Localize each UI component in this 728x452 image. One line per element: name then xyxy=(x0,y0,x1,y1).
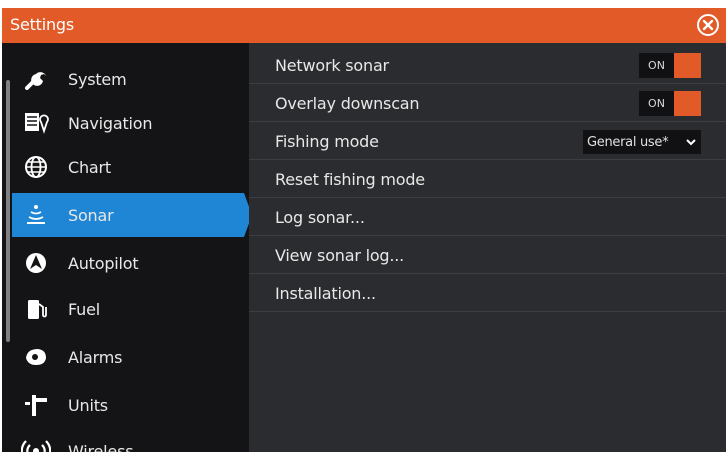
sidebar-item-label: Autopilot xyxy=(68,253,139,273)
sidebar-item-wireless[interactable]: Wireless xyxy=(12,429,244,452)
alarm-icon xyxy=(16,335,56,379)
sidebar-item-label: Units xyxy=(68,395,108,415)
sidebar-item-fuel[interactable]: Fuel xyxy=(12,287,244,331)
sidebar-item-label: Alarms xyxy=(68,347,123,367)
toggle-state-text: ON xyxy=(639,53,674,78)
fishing-mode-value: General use* xyxy=(587,134,669,150)
sidebar-item-chart[interactable]: Chart xyxy=(12,145,244,189)
sidebar-scrollbar[interactable] xyxy=(6,80,10,342)
network-sonar-row[interactable]: Network sonar ON xyxy=(249,47,726,84)
toggle-knob xyxy=(674,53,701,78)
overlay-downscan-label: Overlay downscan xyxy=(275,94,420,113)
sonar-icon xyxy=(16,193,56,237)
sidebar-item-navigation[interactable]: Navigation xyxy=(12,101,244,145)
log-sonar-label: Log sonar... xyxy=(275,208,365,227)
toggle-state-text: ON xyxy=(639,91,674,116)
view-sonar-log-label: View sonar log... xyxy=(275,246,405,265)
sonar-settings-panel: Network sonar ON Overlay downscan ON Fis… xyxy=(249,43,726,452)
sidebar-item-label: System xyxy=(68,69,127,89)
reset-fishing-mode-row[interactable]: Reset fishing mode xyxy=(249,161,726,198)
fishing-mode-row[interactable]: Fishing mode General use* xyxy=(249,123,726,160)
overlay-downscan-toggle[interactable]: ON xyxy=(639,91,701,116)
close-icon[interactable] xyxy=(696,13,720,37)
reset-fishing-mode-label: Reset fishing mode xyxy=(275,170,425,189)
sidebar-item-label: Sonar xyxy=(68,205,114,225)
installation-label: Installation... xyxy=(275,284,376,303)
fishing-mode-dropdown[interactable]: General use* xyxy=(583,130,701,154)
network-sonar-toggle[interactable]: ON xyxy=(639,53,701,78)
sidebar-item-label: Navigation xyxy=(68,113,153,133)
log-sonar-row[interactable]: Log sonar... xyxy=(249,199,726,236)
navigation-route-icon xyxy=(16,101,56,145)
sidebar-item-label: Wireless xyxy=(68,441,134,452)
sidebar-item-sonar[interactable]: Sonar xyxy=(12,193,252,237)
sidebar-item-alarms[interactable]: Alarms xyxy=(12,335,244,379)
sidebar-item-units[interactable]: Units xyxy=(12,383,244,427)
installation-row[interactable]: Installation... xyxy=(249,275,726,312)
fishing-mode-label: Fishing mode xyxy=(275,132,379,151)
sidebar-item-label: Chart xyxy=(68,157,111,177)
toggle-knob xyxy=(674,91,701,116)
title-bar: Settings xyxy=(2,8,726,43)
sidebar-item-system[interactable]: System xyxy=(12,57,244,101)
chevron-down-icon xyxy=(681,130,701,154)
settings-window: Settings System Navigation Chart Sonar A… xyxy=(2,8,726,452)
settings-sidebar: System Navigation Chart Sonar Autopilot … xyxy=(2,43,252,452)
fuel-pump-icon xyxy=(16,287,56,331)
sidebar-item-autopilot[interactable]: Autopilot xyxy=(12,241,244,285)
network-sonar-label: Network sonar xyxy=(275,56,389,75)
units-icon xyxy=(16,383,56,427)
autopilot-icon xyxy=(16,241,56,285)
window-title: Settings xyxy=(10,15,75,34)
sidebar-item-label: Fuel xyxy=(68,299,100,319)
wireless-icon xyxy=(16,429,56,452)
view-sonar-log-row[interactable]: View sonar log... xyxy=(249,237,726,274)
wrench-icon xyxy=(16,57,56,101)
globe-icon xyxy=(16,145,56,189)
overlay-downscan-row[interactable]: Overlay downscan ON xyxy=(249,85,726,122)
